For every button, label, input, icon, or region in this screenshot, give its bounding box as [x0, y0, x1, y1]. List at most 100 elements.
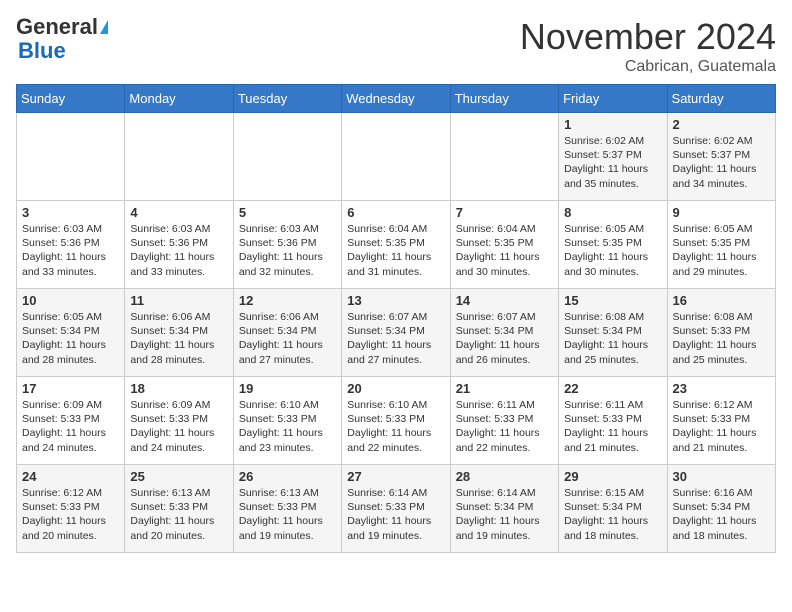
day-info: Sunrise: 6:05 AM Sunset: 5:34 PM Dayligh…: [22, 310, 119, 367]
calendar-cell: 3 Sunrise: 6:03 AM Sunset: 5:36 PM Daylig…: [17, 201, 125, 289]
calendar-cell: [17, 113, 125, 201]
page-header: General Blue November 2024 Cabrican, Gua…: [16, 16, 776, 76]
calendar-cell: 9 Sunrise: 6:05 AM Sunset: 5:35 PM Daylig…: [667, 201, 775, 289]
calendar-cell: 13 Sunrise: 6:07 AM Sunset: 5:34 PM Dayli…: [342, 289, 450, 377]
day-number: 15: [564, 293, 661, 308]
month-title: November 2024: [520, 16, 776, 58]
day-info: Sunrise: 6:05 AM Sunset: 5:35 PM Dayligh…: [673, 222, 770, 279]
day-number: 28: [456, 469, 553, 484]
day-info: Sunrise: 6:14 AM Sunset: 5:33 PM Dayligh…: [347, 486, 444, 543]
day-info: Sunrise: 6:12 AM Sunset: 5:33 PM Dayligh…: [673, 398, 770, 455]
weekday-header-row: SundayMondayTuesdayWednesdayThursdayFrid…: [17, 85, 776, 113]
day-number: 3: [22, 205, 119, 220]
day-info: Sunrise: 6:10 AM Sunset: 5:33 PM Dayligh…: [347, 398, 444, 455]
day-number: 5: [239, 205, 336, 220]
day-number: 7: [456, 205, 553, 220]
calendar-cell: [342, 113, 450, 201]
day-number: 8: [564, 205, 661, 220]
calendar-cell: 14 Sunrise: 6:07 AM Sunset: 5:34 PM Dayli…: [450, 289, 558, 377]
day-info: Sunrise: 6:03 AM Sunset: 5:36 PM Dayligh…: [22, 222, 119, 279]
weekday-header-wednesday: Wednesday: [342, 85, 450, 113]
calendar-cell: 2 Sunrise: 6:02 AM Sunset: 5:37 PM Daylig…: [667, 113, 775, 201]
day-info: Sunrise: 6:15 AM Sunset: 5:34 PM Dayligh…: [564, 486, 661, 543]
day-info: Sunrise: 6:14 AM Sunset: 5:34 PM Dayligh…: [456, 486, 553, 543]
calendar-cell: 22 Sunrise: 6:11 AM Sunset: 5:33 PM Dayli…: [559, 377, 667, 465]
day-number: 10: [22, 293, 119, 308]
calendar-cell: 12 Sunrise: 6:06 AM Sunset: 5:34 PM Dayli…: [233, 289, 341, 377]
day-info: Sunrise: 6:08 AM Sunset: 5:34 PM Dayligh…: [564, 310, 661, 367]
day-info: Sunrise: 6:11 AM Sunset: 5:33 PM Dayligh…: [456, 398, 553, 455]
calendar-cell: 15 Sunrise: 6:08 AM Sunset: 5:34 PM Dayli…: [559, 289, 667, 377]
calendar-cell: 28 Sunrise: 6:14 AM Sunset: 5:34 PM Dayli…: [450, 465, 558, 553]
day-number: 22: [564, 381, 661, 396]
day-number: 12: [239, 293, 336, 308]
calendar-cell: [125, 113, 233, 201]
calendar-cell: 26Sunrise: 6:13 AM Sunset: 5:33 PM Dayli…: [233, 465, 341, 553]
day-number: 4: [130, 205, 227, 220]
day-info: Sunrise: 6:07 AM Sunset: 5:34 PM Dayligh…: [347, 310, 444, 367]
day-info: Sunrise: 6:09 AM Sunset: 5:33 PM Dayligh…: [22, 398, 119, 455]
calendar-cell: 21 Sunrise: 6:11 AM Sunset: 5:33 PM Dayli…: [450, 377, 558, 465]
calendar-cell: 27 Sunrise: 6:14 AM Sunset: 5:33 PM Dayli…: [342, 465, 450, 553]
day-number: 27: [347, 469, 444, 484]
calendar-cell: 29 Sunrise: 6:15 AM Sunset: 5:34 PM Dayli…: [559, 465, 667, 553]
day-info: Sunrise: 6:09 AM Sunset: 5:33 PM Dayligh…: [130, 398, 227, 455]
day-number: 2: [673, 117, 770, 132]
day-number: 30: [673, 469, 770, 484]
calendar-cell: 11Sunrise: 6:06 AM Sunset: 5:34 PM Dayli…: [125, 289, 233, 377]
weekday-header-tuesday: Tuesday: [233, 85, 341, 113]
calendar-cell: 24Sunrise: 6:12 AM Sunset: 5:33 PM Dayli…: [17, 465, 125, 553]
calendar-cell: 19Sunrise: 6:10 AM Sunset: 5:33 PM Dayli…: [233, 377, 341, 465]
calendar-table: SundayMondayTuesdayWednesdayThursdayFrid…: [16, 84, 776, 553]
day-info: Sunrise: 6:06 AM Sunset: 5:34 PM Dayligh…: [239, 310, 336, 367]
day-number: 6: [347, 205, 444, 220]
weekday-header-thursday: Thursday: [450, 85, 558, 113]
calendar-cell: 20Sunrise: 6:10 AM Sunset: 5:33 PM Dayli…: [342, 377, 450, 465]
logo-blue-text: Blue: [18, 38, 66, 63]
day-number: 13: [347, 293, 444, 308]
day-number: 16: [673, 293, 770, 308]
day-number: 18: [130, 381, 227, 396]
calendar-week-4: 17 Sunrise: 6:09 AM Sunset: 5:33 PM Dayli…: [17, 377, 776, 465]
calendar-header: SundayMondayTuesdayWednesdayThursdayFrid…: [17, 85, 776, 113]
day-info: Sunrise: 6:11 AM Sunset: 5:33 PM Dayligh…: [564, 398, 661, 455]
day-info: Sunrise: 6:04 AM Sunset: 5:35 PM Dayligh…: [456, 222, 553, 279]
day-number: 17: [22, 381, 119, 396]
logo-general-text: General: [16, 16, 98, 38]
calendar-cell: 25Sunrise: 6:13 AM Sunset: 5:33 PM Dayli…: [125, 465, 233, 553]
calendar-week-2: 3 Sunrise: 6:03 AM Sunset: 5:36 PM Daylig…: [17, 201, 776, 289]
day-info: Sunrise: 6:02 AM Sunset: 5:37 PM Dayligh…: [673, 134, 770, 191]
day-number: 29: [564, 469, 661, 484]
calendar-week-3: 10 Sunrise: 6:05 AM Sunset: 5:34 PM Dayli…: [17, 289, 776, 377]
weekday-header-friday: Friday: [559, 85, 667, 113]
calendar-cell: 16 Sunrise: 6:08 AM Sunset: 5:33 PM Dayli…: [667, 289, 775, 377]
calendar-cell: 4 Sunrise: 6:03 AM Sunset: 5:36 PM Daylig…: [125, 201, 233, 289]
calendar-cell: 6Sunrise: 6:04 AM Sunset: 5:35 PM Daylig…: [342, 201, 450, 289]
day-info: Sunrise: 6:10 AM Sunset: 5:33 PM Dayligh…: [239, 398, 336, 455]
calendar-week-5: 24Sunrise: 6:12 AM Sunset: 5:33 PM Dayli…: [17, 465, 776, 553]
day-number: 9: [673, 205, 770, 220]
day-number: 23: [673, 381, 770, 396]
day-info: Sunrise: 6:12 AM Sunset: 5:33 PM Dayligh…: [22, 486, 119, 543]
calendar-body: 1 Sunrise: 6:02 AM Sunset: 5:37 PM Daylig…: [17, 113, 776, 553]
day-info: Sunrise: 6:03 AM Sunset: 5:36 PM Dayligh…: [130, 222, 227, 279]
day-info: Sunrise: 6:16 AM Sunset: 5:34 PM Dayligh…: [673, 486, 770, 543]
day-info: Sunrise: 6:08 AM Sunset: 5:33 PM Dayligh…: [673, 310, 770, 367]
day-number: 1: [564, 117, 661, 132]
day-info: Sunrise: 6:13 AM Sunset: 5:33 PM Dayligh…: [239, 486, 336, 543]
day-number: 25: [130, 469, 227, 484]
logo: General Blue: [16, 16, 108, 64]
day-info: Sunrise: 6:07 AM Sunset: 5:34 PM Dayligh…: [456, 310, 553, 367]
calendar-cell: 17 Sunrise: 6:09 AM Sunset: 5:33 PM Dayli…: [17, 377, 125, 465]
location-subtitle: Cabrican, Guatemala: [520, 58, 776, 76]
day-info: Sunrise: 6:05 AM Sunset: 5:35 PM Dayligh…: [564, 222, 661, 279]
day-info: Sunrise: 6:03 AM Sunset: 5:36 PM Dayligh…: [239, 222, 336, 279]
day-number: 21: [456, 381, 553, 396]
calendar-cell: 5 Sunrise: 6:03 AM Sunset: 5:36 PM Daylig…: [233, 201, 341, 289]
logo-arrow-icon: [100, 20, 108, 34]
day-number: 14: [456, 293, 553, 308]
day-number: 11: [130, 293, 227, 308]
calendar-cell: [233, 113, 341, 201]
calendar-week-1: 1 Sunrise: 6:02 AM Sunset: 5:37 PM Daylig…: [17, 113, 776, 201]
calendar-cell: 10 Sunrise: 6:05 AM Sunset: 5:34 PM Dayli…: [17, 289, 125, 377]
